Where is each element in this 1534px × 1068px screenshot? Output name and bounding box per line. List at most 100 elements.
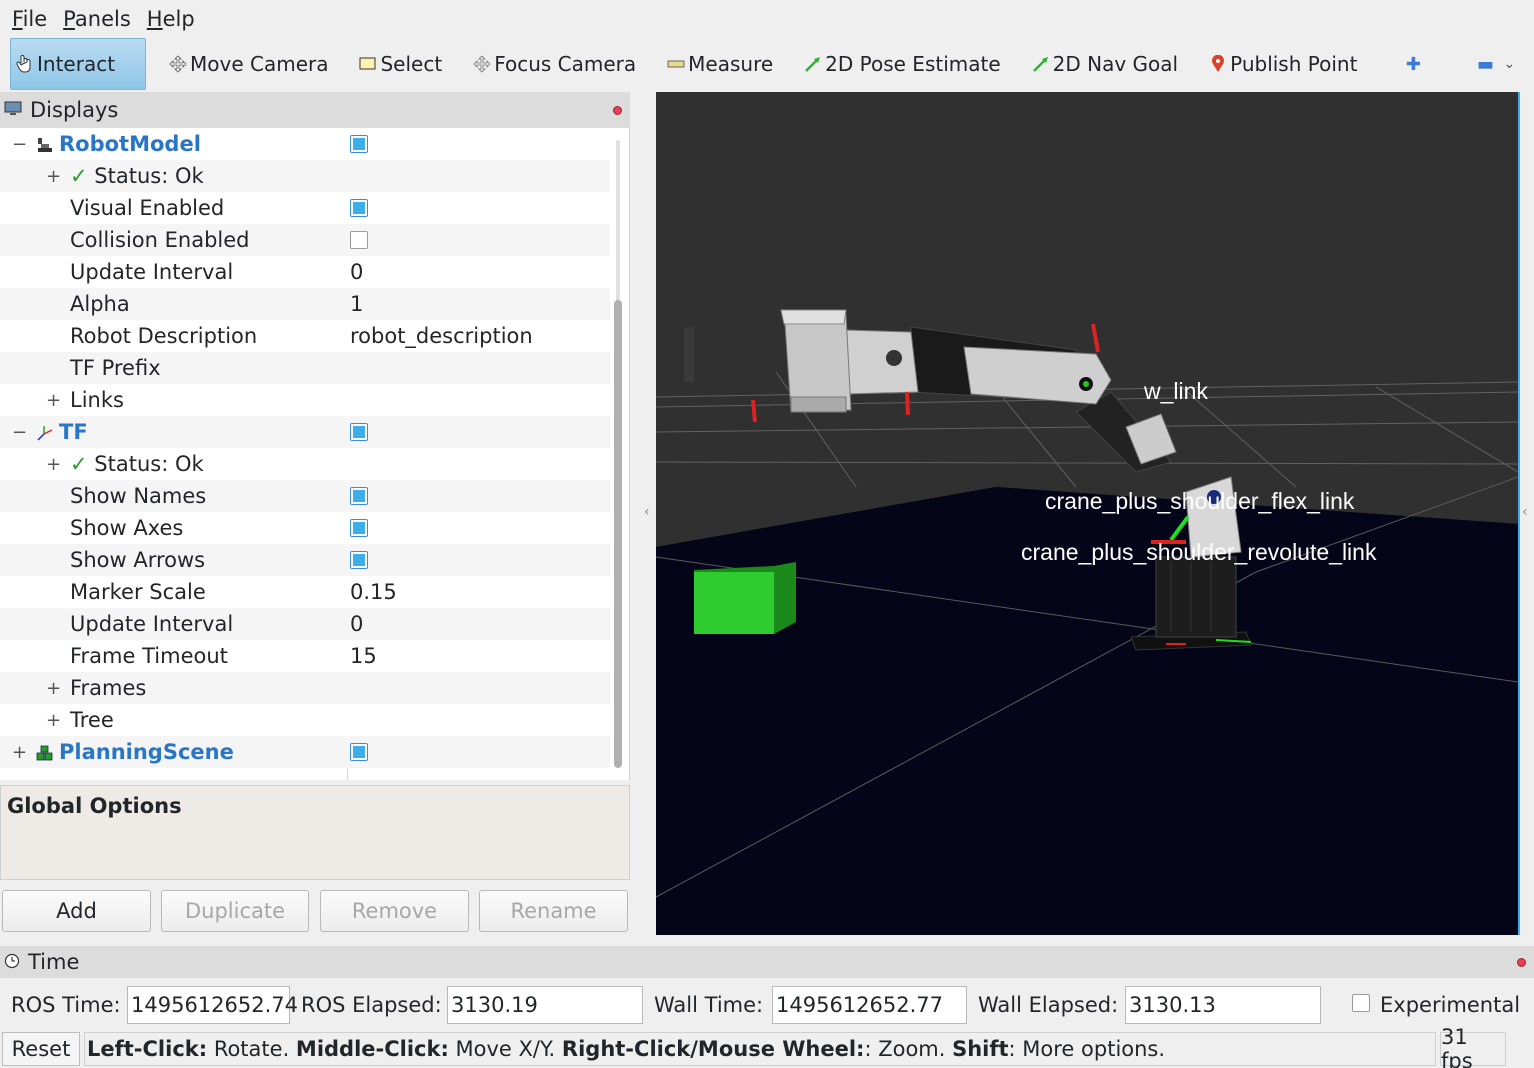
robot-model-icon [36,135,54,153]
time-bar: ROS Time: 1495612652.74 ROS Elapsed: 313… [0,980,1534,1030]
move-camera-tool-button[interactable]: Move Camera [160,38,336,90]
tree-row-show-names[interactable]: Show Names [0,480,610,512]
tree-row-visual-enabled[interactable]: Visual Enabled [0,192,610,224]
displays-scrollbar[interactable] [612,140,624,768]
nav-goal-tool-button[interactable]: 2D Nav Goal [1023,38,1186,90]
menu-help[interactable]: Help [139,7,203,31]
displays-tree: − RobotModel + ✓ Status: Ok Visual Enabl… [0,128,630,780]
tree-row-show-arrows[interactable]: Show Arrows [0,544,610,576]
ros-time-field[interactable]: 1495612652.74 [127,986,298,1024]
tree-row-tf[interactable]: − TF [0,416,610,448]
wall-elapsed-field[interactable]: 3130.13 [1125,986,1321,1024]
add-tool-button[interactable]: ✚ [1399,38,1427,90]
frame-timeout-value[interactable]: 15 [350,644,377,668]
tree-row-tree[interactable]: + Tree [0,704,610,736]
tree-row-frame-timeout[interactable]: Frame Timeout 15 [0,640,610,672]
expand-icon[interactable]: + [46,710,61,731]
visual-enabled-checkbox[interactable] [350,199,368,217]
show-names-checkbox[interactable] [350,487,368,505]
expand-icon[interactable]: + [12,742,27,763]
toolbar-menu-button[interactable]: ⌄ [1499,38,1519,90]
right-dock-collapsed[interactable]: ‹ [1518,92,1534,935]
tree-row-show-axes[interactable]: Show Axes [0,512,610,544]
ruler-icon [666,54,686,74]
tf-axes-icon [36,423,54,441]
collapse-icon[interactable]: − [12,134,27,155]
tree-row-tf-status[interactable]: + ✓ Status: Ok [0,448,610,480]
green-arrow-icon [1031,54,1051,74]
tree-row-marker-scale[interactable]: Marker Scale 0.15 [0,576,610,608]
tree-row-robot-description[interactable]: Robot Description robot_description [0,320,610,352]
status-bar: Reset Left-Click: Rotate. Middle-Click: … [0,1025,1534,1068]
chevron-down-icon: ⌄ [1503,56,1516,72]
left-splitter-handle[interactable]: ‹ [644,504,650,520]
monitor-icon [4,98,22,122]
scrollbar-thumb[interactable] [614,300,622,768]
collapse-icon[interactable]: − [12,422,27,443]
tree-row-frames[interactable]: + Frames [0,672,610,704]
focus-camera-tool-button[interactable]: Focus Camera [464,38,644,90]
tree-row-tf-update-interval[interactable]: Update Interval 0 [0,608,610,640]
render-viewport[interactable]: w_link crane_plus_shoulder_flex_link cra… [656,92,1518,935]
rename-button[interactable]: Rename [479,890,628,932]
tf-update-interval-value[interactable]: 0 [350,612,363,636]
menu-bar: File Panels Help [0,0,1534,38]
ros-elapsed-field[interactable]: 3130.19 [447,986,643,1024]
experimental-label: Experimental [1380,993,1521,1017]
pose-estimate-tool-button[interactable]: 2D Pose Estimate [795,38,1009,90]
marker-scale-value[interactable]: 0.15 [350,580,397,604]
reset-button[interactable]: Reset [2,1032,80,1066]
global-options-title: Global Options [7,794,182,818]
interact-tool-button[interactable]: Interact [10,38,146,90]
publish-point-tool-button[interactable]: Publish Point [1200,38,1365,90]
add-button[interactable]: Add [2,890,151,932]
checkmark-icon: ✓ [70,164,88,188]
select-tool-button[interactable]: Select [350,38,450,90]
hand-icon [15,54,35,74]
fps-counter: 31 fps [1440,1025,1506,1068]
tree-row-update-interval[interactable]: Update Interval 0 [0,256,610,288]
show-axes-checkbox[interactable] [350,519,368,537]
tree-row-robot-model[interactable]: − RobotModel [0,128,610,160]
expand-icon[interactable]: + [46,678,61,699]
tree-row-tf-prefix[interactable]: TF Prefix [0,352,610,384]
tf-checkbox[interactable] [350,423,368,441]
update-interval-value[interactable]: 0 [350,260,363,284]
displays-panel-header: Displays [0,92,630,128]
checkmark-icon: ✓ [70,452,88,476]
displays-button-row: Add Duplicate Remove Rename [0,890,630,934]
duplicate-button[interactable]: Duplicate [161,890,309,932]
alpha-value[interactable]: 1 [350,292,363,316]
tree-row-links[interactable]: + Links [0,384,610,416]
green-arrow-icon [803,54,823,74]
remove-tool-button[interactable]: ▬ [1471,38,1499,90]
expand-icon[interactable]: + [46,166,61,187]
robot-description-value[interactable]: robot_description [350,324,533,348]
robot-model-checkbox[interactable] [350,135,368,153]
planning-scene-icon [36,743,54,761]
wall-time-field[interactable]: 1495612652.77 [772,986,967,1024]
time-panel-header: Time [0,946,1534,978]
remove-button[interactable]: Remove [320,890,469,932]
selection-rect-icon [358,54,378,74]
tree-row-status[interactable]: + ✓ Status: Ok [0,160,610,192]
tf-frame-label: crane_plus_shoulder_flex_link [1045,488,1355,514]
tf-frame-label: crane_plus_shoulder_revolute_link [1021,539,1377,565]
tree-row-planning-scene[interactable]: + PlanningScene [0,736,610,768]
show-arrows-checkbox[interactable] [350,551,368,569]
close-icon[interactable] [1517,957,1526,967]
close-icon[interactable] [613,105,622,115]
clock-icon [4,950,20,974]
expand-icon[interactable]: + [46,454,61,475]
tf-frame-label: w_link [1144,378,1208,404]
tree-row-alpha[interactable]: Alpha 1 [0,288,610,320]
chevron-left-icon[interactable]: ‹ [1522,504,1528,520]
menu-file[interactable]: File [4,7,55,31]
expand-icon[interactable]: + [46,390,61,411]
planning-scene-checkbox[interactable] [350,743,368,761]
tree-row-collision-enabled[interactable]: Collision Enabled [0,224,610,256]
menu-panels[interactable]: Panels [55,7,139,31]
measure-tool-button[interactable]: Measure [658,38,781,90]
experimental-checkbox[interactable] [1352,994,1370,1012]
collision-enabled-checkbox[interactable] [350,231,368,249]
